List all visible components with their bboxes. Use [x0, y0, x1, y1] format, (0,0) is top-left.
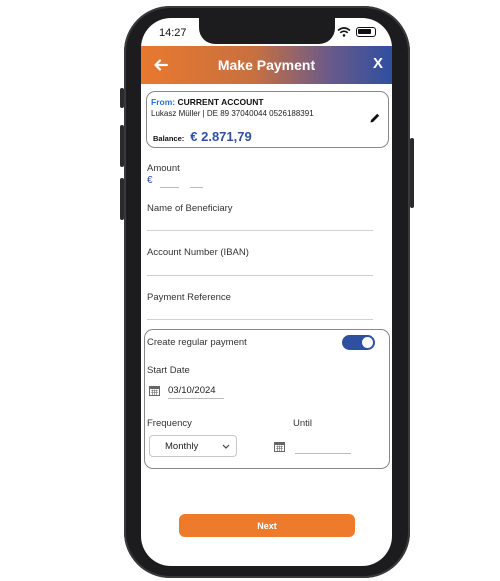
close-icon[interactable]: X — [373, 55, 383, 72]
chevron-down-icon — [222, 444, 230, 449]
frequency-label: Frequency — [147, 418, 192, 429]
beneficiary-input[interactable] — [147, 230, 373, 231]
back-arrow-icon[interactable] — [151, 55, 171, 75]
reference-input[interactable] — [147, 319, 373, 320]
phone-screen: 14:27 Make Payment X From: CURRENT ACCOU… — [141, 18, 392, 566]
balance-label: Balance: — [153, 134, 185, 143]
amount-cents-input[interactable] — [190, 187, 203, 188]
balance-line: Balance: € 2.871,79 — [153, 129, 252, 144]
currency-symbol: € — [147, 175, 153, 186]
regular-payment-label: Create regular payment — [147, 337, 247, 348]
toggle-knob — [362, 337, 373, 348]
from-account-name: CURRENT ACCOUNT — [177, 97, 264, 107]
edit-pencil-icon[interactable] — [369, 112, 381, 124]
start-date-input[interactable]: 03/10/2024 — [168, 385, 216, 396]
calendar-icon[interactable] — [274, 441, 285, 452]
iban-input[interactable] — [147, 275, 373, 276]
account-owner-iban: Lukasz Müller | DE 89 37040044 052618839… — [151, 109, 314, 118]
page-title: Make Payment — [217, 57, 316, 73]
frequency-value: Monthly — [165, 441, 199, 452]
app-header: Make Payment X — [141, 46, 392, 84]
start-date-underline — [168, 398, 224, 399]
status-icons — [337, 27, 376, 37]
from-line: From: CURRENT ACCOUNT — [151, 97, 264, 107]
amount-euros-input[interactable] — [160, 187, 179, 188]
next-button[interactable]: Next — [179, 514, 355, 537]
phone-power-button — [410, 138, 414, 208]
start-date-label: Start Date — [147, 365, 190, 376]
balance-value: € 2.871,79 — [190, 129, 252, 144]
from-label: From: — [151, 97, 176, 107]
beneficiary-label: Name of Beneficiary — [147, 203, 233, 214]
amount-label: Amount — [147, 163, 180, 174]
battery-icon — [356, 27, 376, 37]
until-date-input[interactable] — [295, 453, 351, 454]
iban-label: Account Number (IBAN) — [147, 247, 249, 258]
calendar-icon[interactable] — [149, 385, 160, 396]
until-label: Until — [293, 418, 313, 429]
status-time: 14:27 — [159, 27, 187, 39]
from-account-card[interactable]: From: CURRENT ACCOUNT Lukasz Müller | DE… — [146, 91, 389, 148]
reference-label: Payment Reference — [147, 292, 231, 303]
phone-notch — [199, 18, 335, 44]
wifi-icon — [337, 27, 351, 37]
regular-payment-toggle[interactable] — [342, 335, 375, 350]
frequency-select[interactable]: Monthly — [149, 435, 237, 457]
